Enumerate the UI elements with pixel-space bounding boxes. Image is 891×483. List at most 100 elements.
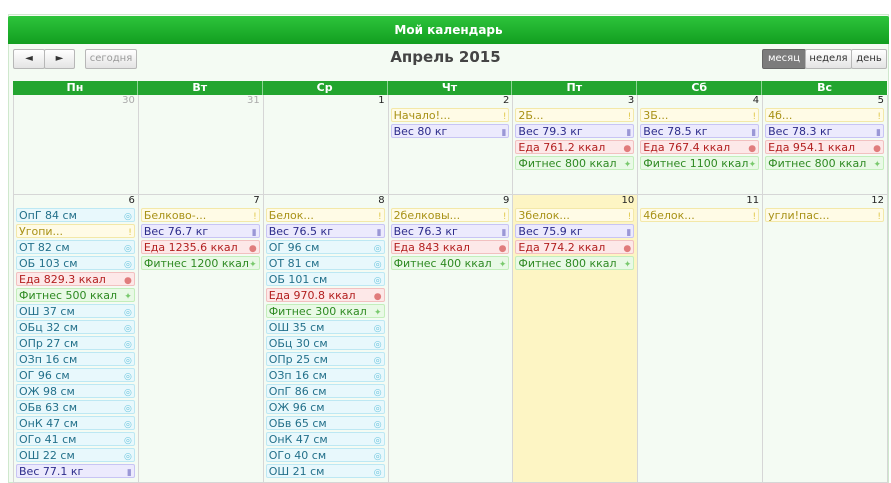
calendar-event[interactable]: ОПр 27 см ◎ [16,336,135,350]
calendar-event[interactable]: ОЗп 16 см ◎ [16,352,135,366]
calendar-event[interactable]: ОЖ 96 см ◎ [265,400,385,414]
calendar-event[interactable]: Угопи...! [16,224,135,238]
calendar-grid: 30 31 1 2 Начало!...! Вес 80 кг ▮ 3 2Б...! Вес 79… [13,95,888,483]
day-cell[interactable]: 2 Начало!...! Вес 80 кг ▮ [388,95,514,195]
calendar-event[interactable]: ОГ 96 см ◎ [16,368,135,382]
tape-measure-icon: ◎ [123,388,132,398]
calendar-event[interactable]: ОШ 37 см ◎ [16,304,135,318]
event-label: Фитнес 500 ккал [19,289,118,302]
view-day-button[interactable]: день [851,49,887,69]
day-cell[interactable]: 11 4белок...! [638,195,764,483]
calendar-event[interactable]: Белок...! [265,208,385,222]
calendar-event[interactable]: ОШ 21 см ◎ [265,464,385,478]
day-cell[interactable]: 31 [138,95,264,195]
event-label: ОЗп 16 см [19,353,78,366]
calendar-event[interactable]: ОШ 22 см ◎ [16,448,135,462]
calendar-event[interactable]: Фитнес 800 ккал ✦ [765,156,884,170]
calendar-event[interactable]: Фитнес 1200 ккал ✦ [140,256,260,270]
calendar-event[interactable]: Вес 78.3 кг ▮ [765,124,884,138]
calendar-event[interactable]: Еда 829.3 ккал ● [16,272,135,286]
day-cell[interactable]: 6 ОпГ 84 см ◎ Угопи...! ОТ 82 см ◎ ОБ 103 см ◎ Е… [14,195,139,483]
event-label: ОЗп 16 см [268,369,327,382]
calendar-event[interactable]: Еда 774.2 ккал ● [515,240,635,254]
calendar-event[interactable]: Вес 79.3 кг ▮ [515,124,635,138]
calendar-event[interactable]: Еда 1235.6 ккал ● [140,240,260,254]
calendar-event[interactable]: Еда 970.8 ккал ● [265,288,385,302]
calendar-event[interactable]: Фитнес 800 ккал ✦ [515,156,635,170]
event-label: 2Б... [518,109,544,122]
calendar-event[interactable]: угли!пас...! [765,208,884,222]
calendar-event[interactable]: 4белок...! [640,208,760,222]
event-label: Начало!... [393,109,451,122]
event-label: Белково-... [143,209,207,222]
weekday-thu: Чт [388,81,513,95]
calendar-event[interactable]: Еда 843 ккал ● [390,240,510,254]
calendar-event[interactable]: Еда 767.4 ккал ● [640,140,760,154]
day-cell[interactable]: 12 угли!пас...! [763,195,888,483]
calendar-event[interactable]: Вес 80 кг ▮ [390,124,510,138]
calendar-event[interactable]: 4б...! [765,108,884,122]
calendar-event[interactable]: ОБц 32 см ◎ [16,320,135,334]
day-cell[interactable]: 30 [14,95,139,195]
event-label: ОпГ 86 см [268,385,327,398]
calendar-event[interactable]: ОБ 103 см ◎ [16,256,135,270]
calendar-event[interactable]: Фитнес 400 ккал ✦ [390,256,510,270]
tape-measure-icon: ◎ [373,372,382,382]
day-cell[interactable]: 1 [263,95,389,195]
calendar-event[interactable]: Фитнес 500 ккал ✦ [16,288,135,302]
calendar-event[interactable]: ОЖ 98 см ◎ [16,384,135,398]
calendar-event[interactable]: 2белковы...! [390,208,510,222]
calendar-event[interactable]: ОБ 101 см ◎ [265,272,385,286]
event-label: ОБ 101 см [268,273,328,286]
apple-icon: ● [123,276,132,286]
event-label: Вес 77.1 кг [19,465,84,478]
event-label: Угопи... [19,225,64,238]
calendar-event[interactable]: ОпГ 84 см ◎ [16,208,135,222]
tape-measure-icon: ◎ [373,340,382,350]
calendar-event[interactable]: ОТ 82 см ◎ [16,240,135,254]
calendar-event[interactable]: 2Б...! [515,108,635,122]
view-month-button[interactable]: месяц [762,49,806,69]
calendar-event[interactable]: Вес 76.5 кг ▮ [265,224,385,238]
calendar-event[interactable]: 3белок...! [515,208,635,222]
apple-icon: ● [623,144,632,154]
day-cell[interactable]: 3 2Б...! Вес 79.3 кг ▮ Еда 761.2 ккал ● Фитнес… [513,95,639,195]
calendar-event[interactable]: Белково-...! [140,208,260,222]
exclamation-icon: ! [627,112,632,122]
calendar-event[interactable]: ОнК 47 см ◎ [265,432,385,446]
day-cell[interactable]: 10 3белок...! Вес 75.9 кг ▮ Еда 774.2 ккал ● Ф… [513,195,639,483]
calendar-event[interactable]: ОГо 41 см ◎ [16,432,135,446]
calendar-event[interactable]: ОГ 96 см ◎ [265,240,385,254]
calendar-event[interactable]: ОБц 30 см ◎ [265,336,385,350]
calendar-event[interactable]: ОЗп 16 см ◎ [265,368,385,382]
calendar-event[interactable]: ОнК 47 см ◎ [16,416,135,430]
dumbbell-icon: ✦ [873,160,881,170]
calendar-event[interactable]: Фитнес 1100 ккал ✦ [640,156,760,170]
view-week-button[interactable]: неделя [805,49,852,69]
day-cell[interactable]: 5 4б...! Вес 78.3 кг ▮ Еда 954.1 ккал ● Фитнес… [763,95,888,195]
calendar-event[interactable]: ОГо 40 см ◎ [265,448,385,462]
calendar-event[interactable]: ОТ 81 см ◎ [265,256,385,270]
calendar-event[interactable]: Начало!...! [390,108,510,122]
calendar-event[interactable]: ОБв 65 см ◎ [265,416,385,430]
day-cell[interactable]: 8 Белок...! Вес 76.5 кг ▮ ОГ 96 см ◎ ОТ 81 см ◎… [263,195,389,483]
calendar-event[interactable]: Вес 75.9 кг ▮ [515,224,635,238]
calendar-event[interactable]: ОБв 63 см ◎ [16,400,135,414]
day-cell[interactable]: 7 Белково-...! Вес 76.7 кг ▮ Еда 1235.6 ккал… [138,195,264,483]
calendar-event[interactable]: Еда 761.2 ккал ● [515,140,635,154]
calendar-event[interactable]: Вес 76.7 кг ▮ [140,224,260,238]
day-cell[interactable]: 4 3Б...! Вес 78.5 кг ▮ Еда 767.4 ккал ● Фитнес… [638,95,764,195]
tape-measure-icon: ◎ [373,404,382,414]
calendar-event[interactable]: Вес 78.5 кг ▮ [640,124,760,138]
calendar-event[interactable]: Фитнес 800 ккал ✦ [515,256,635,270]
calendar-event[interactable]: ОПр 25 см ◎ [265,352,385,366]
calendar-event[interactable]: Еда 954.1 ккал ● [765,140,884,154]
calendar-event[interactable]: ОШ 35 см ◎ [265,320,385,334]
day-cell[interactable]: 9 2белковы...! Вес 76.3 кг ▮ Еда 843 ккал ● Фи… [388,195,514,483]
calendar-event[interactable]: Вес 76.3 кг ▮ [390,224,510,238]
calendar-event[interactable]: Вес 77.1 кг ▮ [16,464,135,478]
calendar-event[interactable]: Фитнес 300 ккал ✦ [265,304,385,318]
calendar-event[interactable]: 3Б...! [640,108,760,122]
calendar-event[interactable]: ОпГ 86 см ◎ [265,384,385,398]
weekday-fri: Пт [512,81,638,95]
